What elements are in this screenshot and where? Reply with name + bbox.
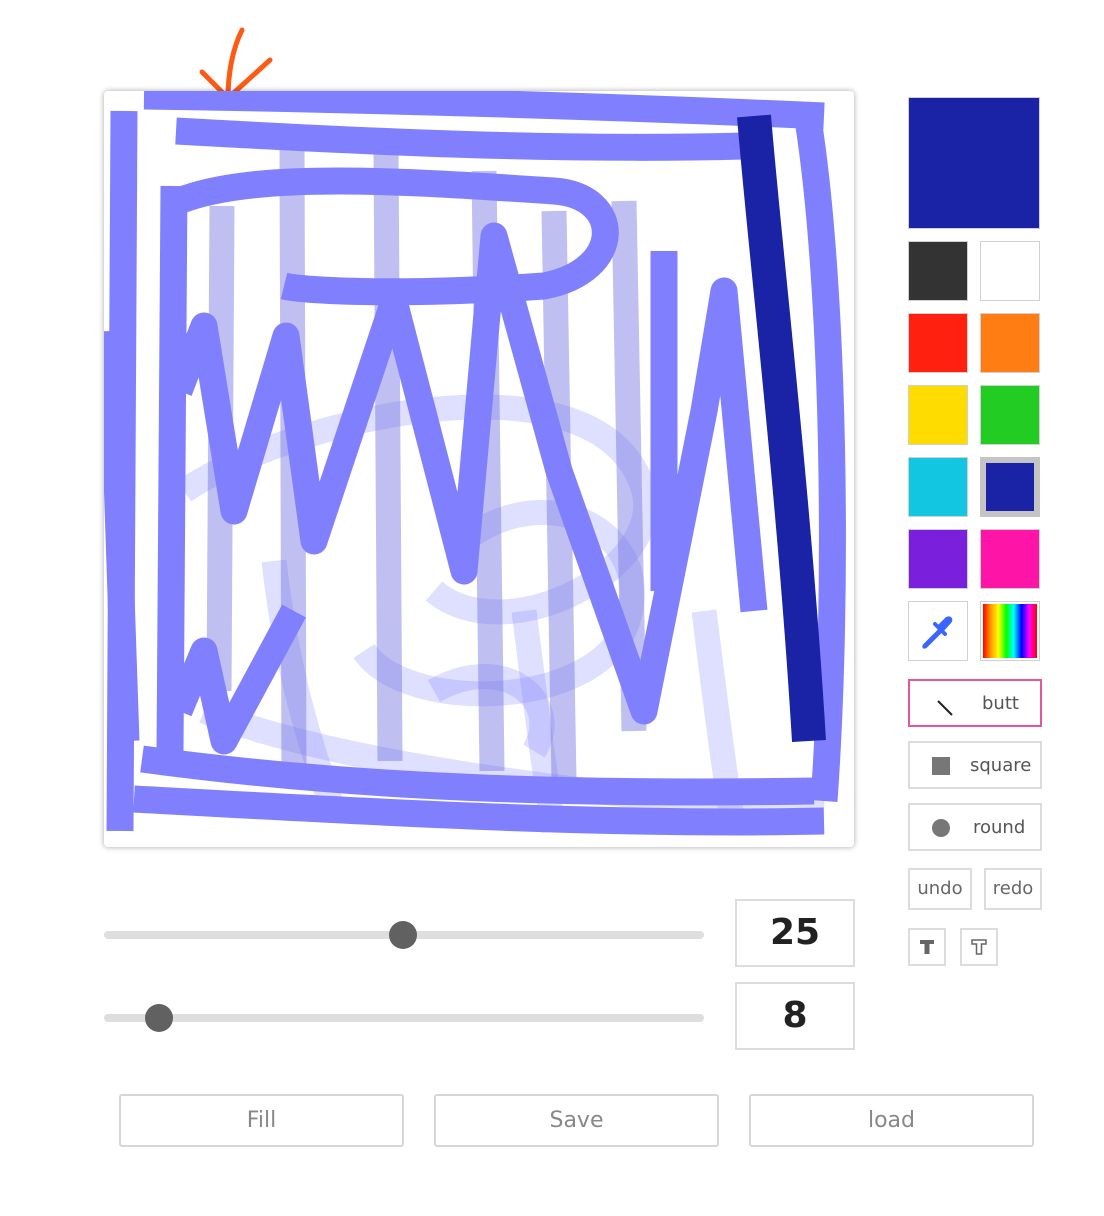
- swatch-green[interactable]: [980, 385, 1040, 445]
- redo-button[interactable]: redo: [984, 868, 1042, 910]
- swatch-navy[interactable]: [980, 457, 1040, 517]
- butt-cap-icon: [937, 700, 953, 716]
- opacity-value: 8: [735, 982, 855, 1050]
- swatch-black[interactable]: [908, 241, 968, 301]
- cap-round-label: round: [973, 817, 1026, 838]
- round-cap-icon: [932, 819, 950, 837]
- drawing-canvas[interactable]: [104, 91, 854, 847]
- cap-butt-button[interactable]: butt: [908, 679, 1042, 727]
- cap-butt-label: butt: [982, 693, 1019, 714]
- save-button[interactable]: Save: [434, 1094, 719, 1147]
- load-button[interactable]: load: [749, 1094, 1034, 1147]
- swatch-orange[interactable]: [980, 313, 1040, 373]
- opacity-slider-track[interactable]: [104, 1014, 704, 1022]
- cap-round-button[interactable]: round: [908, 803, 1042, 851]
- undo-button[interactable]: undo: [908, 868, 972, 910]
- current-color-swatch: [908, 97, 1040, 229]
- swatch-white[interactable]: [980, 241, 1040, 301]
- cap-square-button[interactable]: square: [908, 741, 1042, 789]
- square-cap-icon: [932, 757, 950, 775]
- cap-square-label: square: [970, 755, 1032, 776]
- fill-button[interactable]: Fill: [119, 1094, 404, 1147]
- swatch-purple[interactable]: [908, 529, 968, 589]
- swatch-pink[interactable]: [980, 529, 1040, 589]
- text-outline-icon: [971, 939, 987, 955]
- text-filled-icon: [920, 940, 934, 954]
- opacity-slider-thumb[interactable]: [145, 1004, 173, 1032]
- swatch-red[interactable]: [908, 313, 968, 373]
- text-fill-button[interactable]: [908, 928, 946, 966]
- eyedropper-button[interactable]: [908, 601, 968, 661]
- rainbow-gradient-icon: [983, 604, 1037, 658]
- size-slider-thumb[interactable]: [389, 921, 417, 949]
- text-stroke-button[interactable]: [960, 928, 998, 966]
- rainbow-color-picker[interactable]: [980, 601, 1040, 661]
- canvas-drawing: [104, 91, 846, 836]
- eyedropper-icon: [921, 616, 953, 650]
- swatch-yellow[interactable]: [908, 385, 968, 445]
- swatch-cyan[interactable]: [908, 457, 968, 517]
- size-value: 25: [735, 899, 855, 967]
